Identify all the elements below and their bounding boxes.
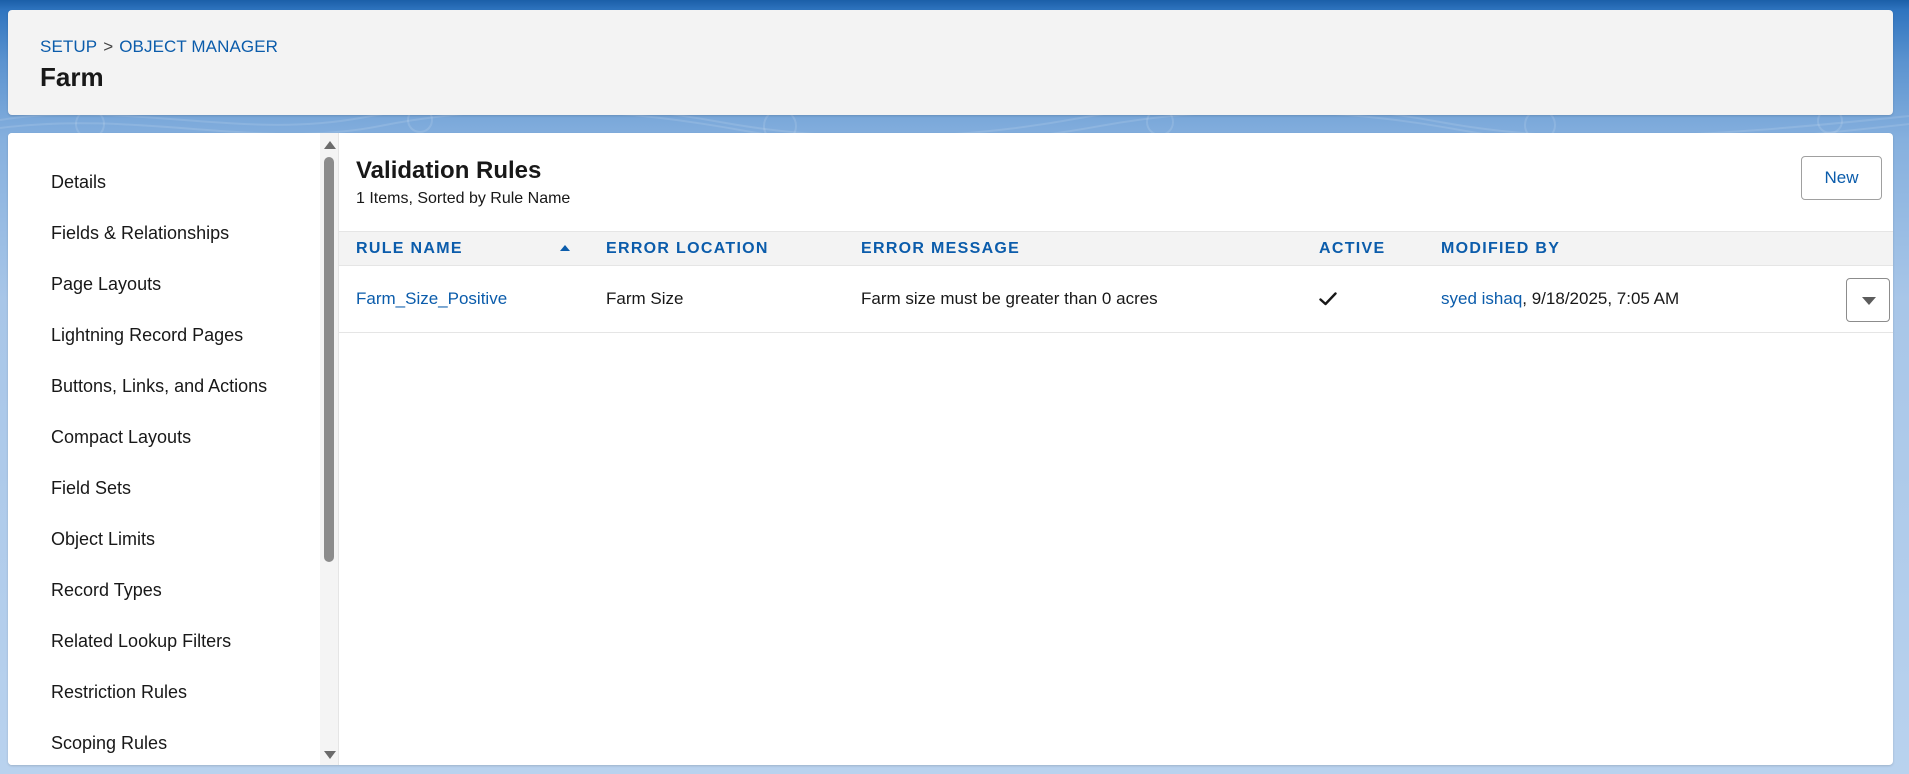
sidebar-scrollbar[interactable] [320,133,338,765]
sidebar-item-field-sets[interactable]: Field Sets [8,463,320,514]
scrollbar-thumb[interactable] [324,157,334,562]
column-header-error-message[interactable]: ERROR MESSAGE [861,232,1020,265]
column-header-rule-name[interactable]: RULE NAME [356,232,463,265]
column-header-error-location[interactable]: ERROR LOCATION [606,232,769,265]
rule-name-link[interactable]: Farm_Size_Positive [356,289,507,308]
sidebar-item-buttons-links-actions[interactable]: Buttons, Links, and Actions [8,361,320,412]
sidebar-item-details[interactable]: Details [8,157,320,208]
main-panel: Details Fields & Relationships Page Layo… [8,133,1893,765]
sidebar-item-object-limits[interactable]: Object Limits [8,514,320,565]
sidebar: Details Fields & Relationships Page Layo… [8,133,338,765]
sidebar-item-scoping-rules[interactable]: Scoping Rules [8,718,320,765]
sidebar-item-lightning-record-pages[interactable]: Lightning Record Pages [8,310,320,361]
scroll-down-arrow-icon[interactable] [324,751,336,759]
sidebar-item-restriction-rules[interactable]: Restriction Rules [8,667,320,718]
sidebar-item-record-types[interactable]: Record Types [8,565,320,616]
breadcrumb: SETUP > OBJECT MANAGER [40,37,278,57]
modified-by-user-link[interactable]: syed ishaq [1441,289,1522,308]
sort-ascending-icon[interactable] [560,245,570,251]
error-location-cell: Farm Size [606,289,684,308]
breadcrumb-setup-link[interactable]: SETUP [40,37,97,57]
table-header: RULE NAME ERROR LOCATION ERROR MESSAGE A… [339,231,1893,266]
sidebar-item-fields-relationships[interactable]: Fields & Relationships [8,208,320,259]
item-count-summary: 1 Items, Sorted by Rule Name [356,190,571,207]
breadcrumb-object-manager-link[interactable]: OBJECT MANAGER [119,37,278,57]
object-header: SETUP > OBJECT MANAGER Farm [8,10,1893,115]
page-title: Farm [40,62,104,92]
column-header-active[interactable]: ACTIVE [1319,232,1385,265]
new-button[interactable]: New [1801,156,1882,200]
error-message-cell: Farm size must be greater than 0 acres [861,289,1158,308]
check-icon [1319,292,1337,306]
sidebar-item-compact-layouts[interactable]: Compact Layouts [8,412,320,463]
rule-name-cell: Farm_Size_Positive [356,266,507,332]
column-header-modified-by[interactable]: MODIFIED BY [1441,232,1560,265]
table-row: Farm_Size_Positive Farm Size Farm size m… [339,266,1893,333]
validation-rules-content: Validation Rules 1 Items, Sorted by Rule… [339,133,1893,765]
breadcrumb-separator: > [103,37,114,56]
scroll-up-arrow-icon[interactable] [324,141,336,149]
sidebar-nav: Details Fields & Relationships Page Layo… [8,157,320,765]
row-actions-button[interactable] [1846,278,1890,322]
sidebar-item-page-layouts[interactable]: Page Layouts [8,259,320,310]
modified-by-date: , 9/18/2025, 7:05 AM [1522,289,1680,308]
sidebar-item-related-lookup-filters[interactable]: Related Lookup Filters [8,616,320,667]
section-title: Validation Rules [356,157,542,184]
chevron-down-icon [1862,297,1876,305]
modified-by-cell: syed ishaq, 9/18/2025, 7:05 AM [1441,266,1679,332]
